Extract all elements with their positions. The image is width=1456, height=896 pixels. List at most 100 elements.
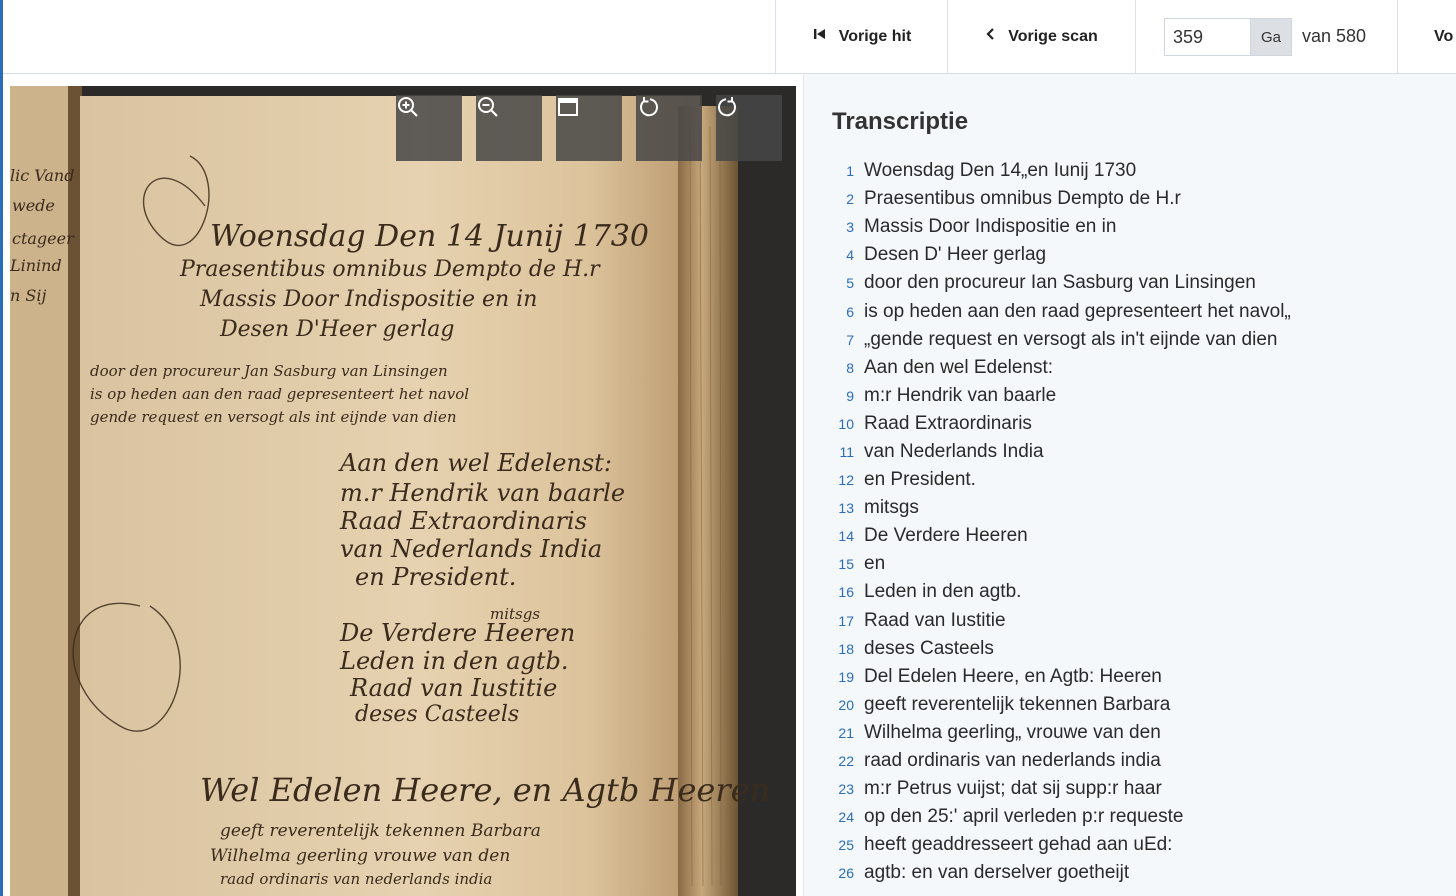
line-text: Desen D' Heer gerlag bbox=[864, 244, 1047, 266]
line-number: 1 bbox=[846, 163, 854, 180]
transcription-line: 22 raad ordinaris van nederlands india bbox=[804, 747, 1456, 775]
line-number: 7 bbox=[846, 331, 854, 348]
previous-scan-label: Vorige scan bbox=[1008, 28, 1098, 45]
transcription-line: 3 Massis Door Indispositie en in bbox=[804, 213, 1456, 241]
line-number: 4 bbox=[846, 247, 854, 264]
transcription-line: 14 De Verdere Heeren bbox=[804, 522, 1456, 550]
svg-text:Leden in den agtb.: Leden in den agtb. bbox=[339, 647, 569, 675]
transcription-line: 5 door den procureur Ian Sasburg van Lins… bbox=[804, 269, 1456, 297]
go-button[interactable]: Ga bbox=[1250, 18, 1292, 56]
line-text: Woensdag Den 14„en Iunij 1730 bbox=[864, 160, 1137, 182]
next-label: Vo bbox=[1434, 27, 1454, 45]
transcription-line: 26 agtb: en van derselver goetheijt bbox=[804, 859, 1456, 887]
line-number: 6 bbox=[846, 303, 854, 320]
svg-text:Desen D'Heer gerlag: Desen D'Heer gerlag bbox=[219, 317, 454, 342]
zoom-out-button[interactable] bbox=[476, 95, 542, 161]
line-text: en President. bbox=[864, 469, 976, 491]
svg-text:door den procureur Jan Sasburg: door den procureur Jan Sasburg van Linsi… bbox=[90, 362, 448, 380]
line-text: Leden in den agtb. bbox=[864, 581, 1022, 603]
transcription-line: 6 is op heden aan den raad gepresenteert … bbox=[804, 297, 1456, 325]
rotate-right-button[interactable] bbox=[716, 95, 782, 161]
svg-text:De Verdere Heeren: De Verdere Heeren bbox=[339, 619, 575, 647]
line-number: 19 bbox=[838, 668, 854, 685]
line-number: 13 bbox=[838, 500, 854, 517]
transcription-title: Transcriptie bbox=[832, 108, 969, 135]
transcription-line: 21 Wilhelma geerling„ vrouwe van den bbox=[804, 719, 1456, 747]
transcription-line: 8 Aan den wel Edelenst: bbox=[804, 354, 1456, 382]
svg-text:van Nederlands India: van Nederlands India bbox=[340, 535, 602, 563]
transcription-line: 15 en bbox=[804, 550, 1456, 578]
svg-text:gende request en versogt als i: gende request en versogt als int eijnde … bbox=[90, 408, 457, 426]
svg-text:is op heden aan den raad gepre: is op heden aan den raad gepresenteert h… bbox=[90, 385, 469, 403]
line-text: deses Casteels bbox=[864, 637, 994, 659]
fullscreen-button[interactable] bbox=[556, 95, 622, 161]
line-number: 23 bbox=[838, 781, 854, 798]
transcription-line: 9 m:r Hendrik van baarle bbox=[804, 382, 1456, 410]
zoom-in-button[interactable] bbox=[396, 95, 462, 161]
line-text: „gende request en versogt als in't eijnd… bbox=[864, 328, 1278, 350]
line-text: Wilhelma geerling„ vrouwe van den bbox=[864, 721, 1161, 743]
previous-hit-label: Vorige hit bbox=[838, 28, 912, 45]
page-number-input[interactable] bbox=[1164, 18, 1250, 56]
line-number: 25 bbox=[838, 837, 854, 854]
transcription-line: 18 deses Casteels bbox=[804, 635, 1456, 663]
transcription-line: 25 heeft geaddresseert gehad aan uEd: bbox=[804, 831, 1456, 859]
line-text: Raad van Iustitie bbox=[864, 609, 1006, 631]
svg-text:m.r Hendrik van baarle: m.r Hendrik van baarle bbox=[340, 479, 625, 507]
svg-text:Massis Door Indispositie en in: Massis Door Indispositie en in bbox=[199, 287, 537, 312]
transcription-line: 17 Raad van Iustitie bbox=[804, 607, 1456, 635]
line-number: 20 bbox=[838, 696, 854, 713]
line-text: m:r Hendrik van baarle bbox=[864, 384, 1057, 406]
line-text: mitsgs bbox=[864, 497, 919, 519]
line-text: Raad Extraordinaris bbox=[864, 412, 1032, 434]
previous-scan-button[interactable]: Vorige scan bbox=[947, 0, 1136, 73]
line-text: van Nederlands India bbox=[864, 440, 1044, 462]
line-text: Massis Door Indispositie en in bbox=[864, 216, 1117, 238]
window-edge bbox=[0, 0, 3, 896]
line-number: 21 bbox=[838, 724, 854, 741]
next-button[interactable]: Vo bbox=[1397, 0, 1456, 73]
svg-text:Aan den wel Edelenst:: Aan den wel Edelenst: bbox=[338, 449, 612, 477]
svg-text:Raad Extraordinaris: Raad Extraordinaris bbox=[339, 507, 587, 535]
transcription-line: 2 Praesentibus omnibus Dempto de H.r bbox=[804, 185, 1456, 213]
previous-hit-button[interactable]: Vorige hit bbox=[775, 0, 948, 73]
line-number: 15 bbox=[838, 556, 854, 573]
rotate-left-button[interactable] bbox=[636, 95, 702, 161]
svg-text:lic Vand: lic Vand bbox=[10, 166, 74, 185]
line-text: De Verdere Heeren bbox=[864, 525, 1028, 547]
page-navigator: Ga van 580 bbox=[1135, 0, 1398, 73]
line-number: 17 bbox=[838, 612, 854, 629]
line-number: 10 bbox=[838, 415, 854, 432]
line-text: geeft reverentelijk tekennen Barbara bbox=[864, 693, 1171, 715]
transcription-line: 16 Leden in den agtb. bbox=[804, 578, 1456, 606]
page-count-label: van 580 bbox=[1302, 26, 1367, 46]
line-number: 2 bbox=[846, 191, 854, 208]
svg-text:Raad van Iustitie: Raad van Iustitie bbox=[349, 674, 557, 702]
transcription-line: 1 Woensdag Den 14„en Iunij 1730 bbox=[804, 157, 1456, 185]
line-number: 3 bbox=[846, 219, 854, 236]
toolbar: Vorige hit Vorige scan Ga van 580 Vo bbox=[3, 0, 1456, 74]
scan-viewer[interactable]: Woensdag Den 14 Junij 1730 Praesentibus … bbox=[10, 86, 796, 896]
svg-text:Wel Edelen Heere, en Agtb Heer: Wel Edelen Heere, en Agtb Heeren bbox=[200, 771, 770, 809]
line-number: 22 bbox=[838, 753, 854, 770]
line-text: m:r Petrus vuijst; dat sij supp:r haar bbox=[864, 778, 1162, 800]
svg-text:en President.: en President. bbox=[355, 563, 516, 591]
line-number: 5 bbox=[846, 275, 854, 292]
svg-text:n Sij: n Sij bbox=[10, 286, 46, 305]
svg-text:ctageer: ctageer bbox=[12, 229, 75, 248]
svg-text:Wilhelma geerling vrouwe van d: Wilhelma geerling vrouwe van den bbox=[210, 846, 510, 866]
svg-text:Linind: Linind bbox=[10, 256, 62, 275]
line-text: agtb: en van derselver goetheijt bbox=[864, 862, 1130, 884]
svg-text:wede: wede bbox=[12, 196, 55, 215]
line-number: 14 bbox=[838, 528, 854, 545]
line-number: 9 bbox=[846, 387, 854, 404]
line-number: 16 bbox=[838, 584, 854, 601]
transcription-line: 20 geeft reverentelijk tekennen Barbara bbox=[804, 691, 1456, 719]
transcription-lines: 1 Woensdag Den 14„en Iunij 1730 2 Praesenti… bbox=[804, 157, 1456, 887]
line-number: 11 bbox=[839, 443, 854, 460]
line-text: is op heden aan den raad gepresenteert h… bbox=[864, 300, 1291, 322]
line-text: Del Edelen Heere, en Agtb: Heeren bbox=[864, 665, 1162, 687]
line-number: 8 bbox=[846, 359, 854, 376]
line-number: 24 bbox=[838, 809, 854, 826]
line-number: 18 bbox=[838, 640, 854, 657]
